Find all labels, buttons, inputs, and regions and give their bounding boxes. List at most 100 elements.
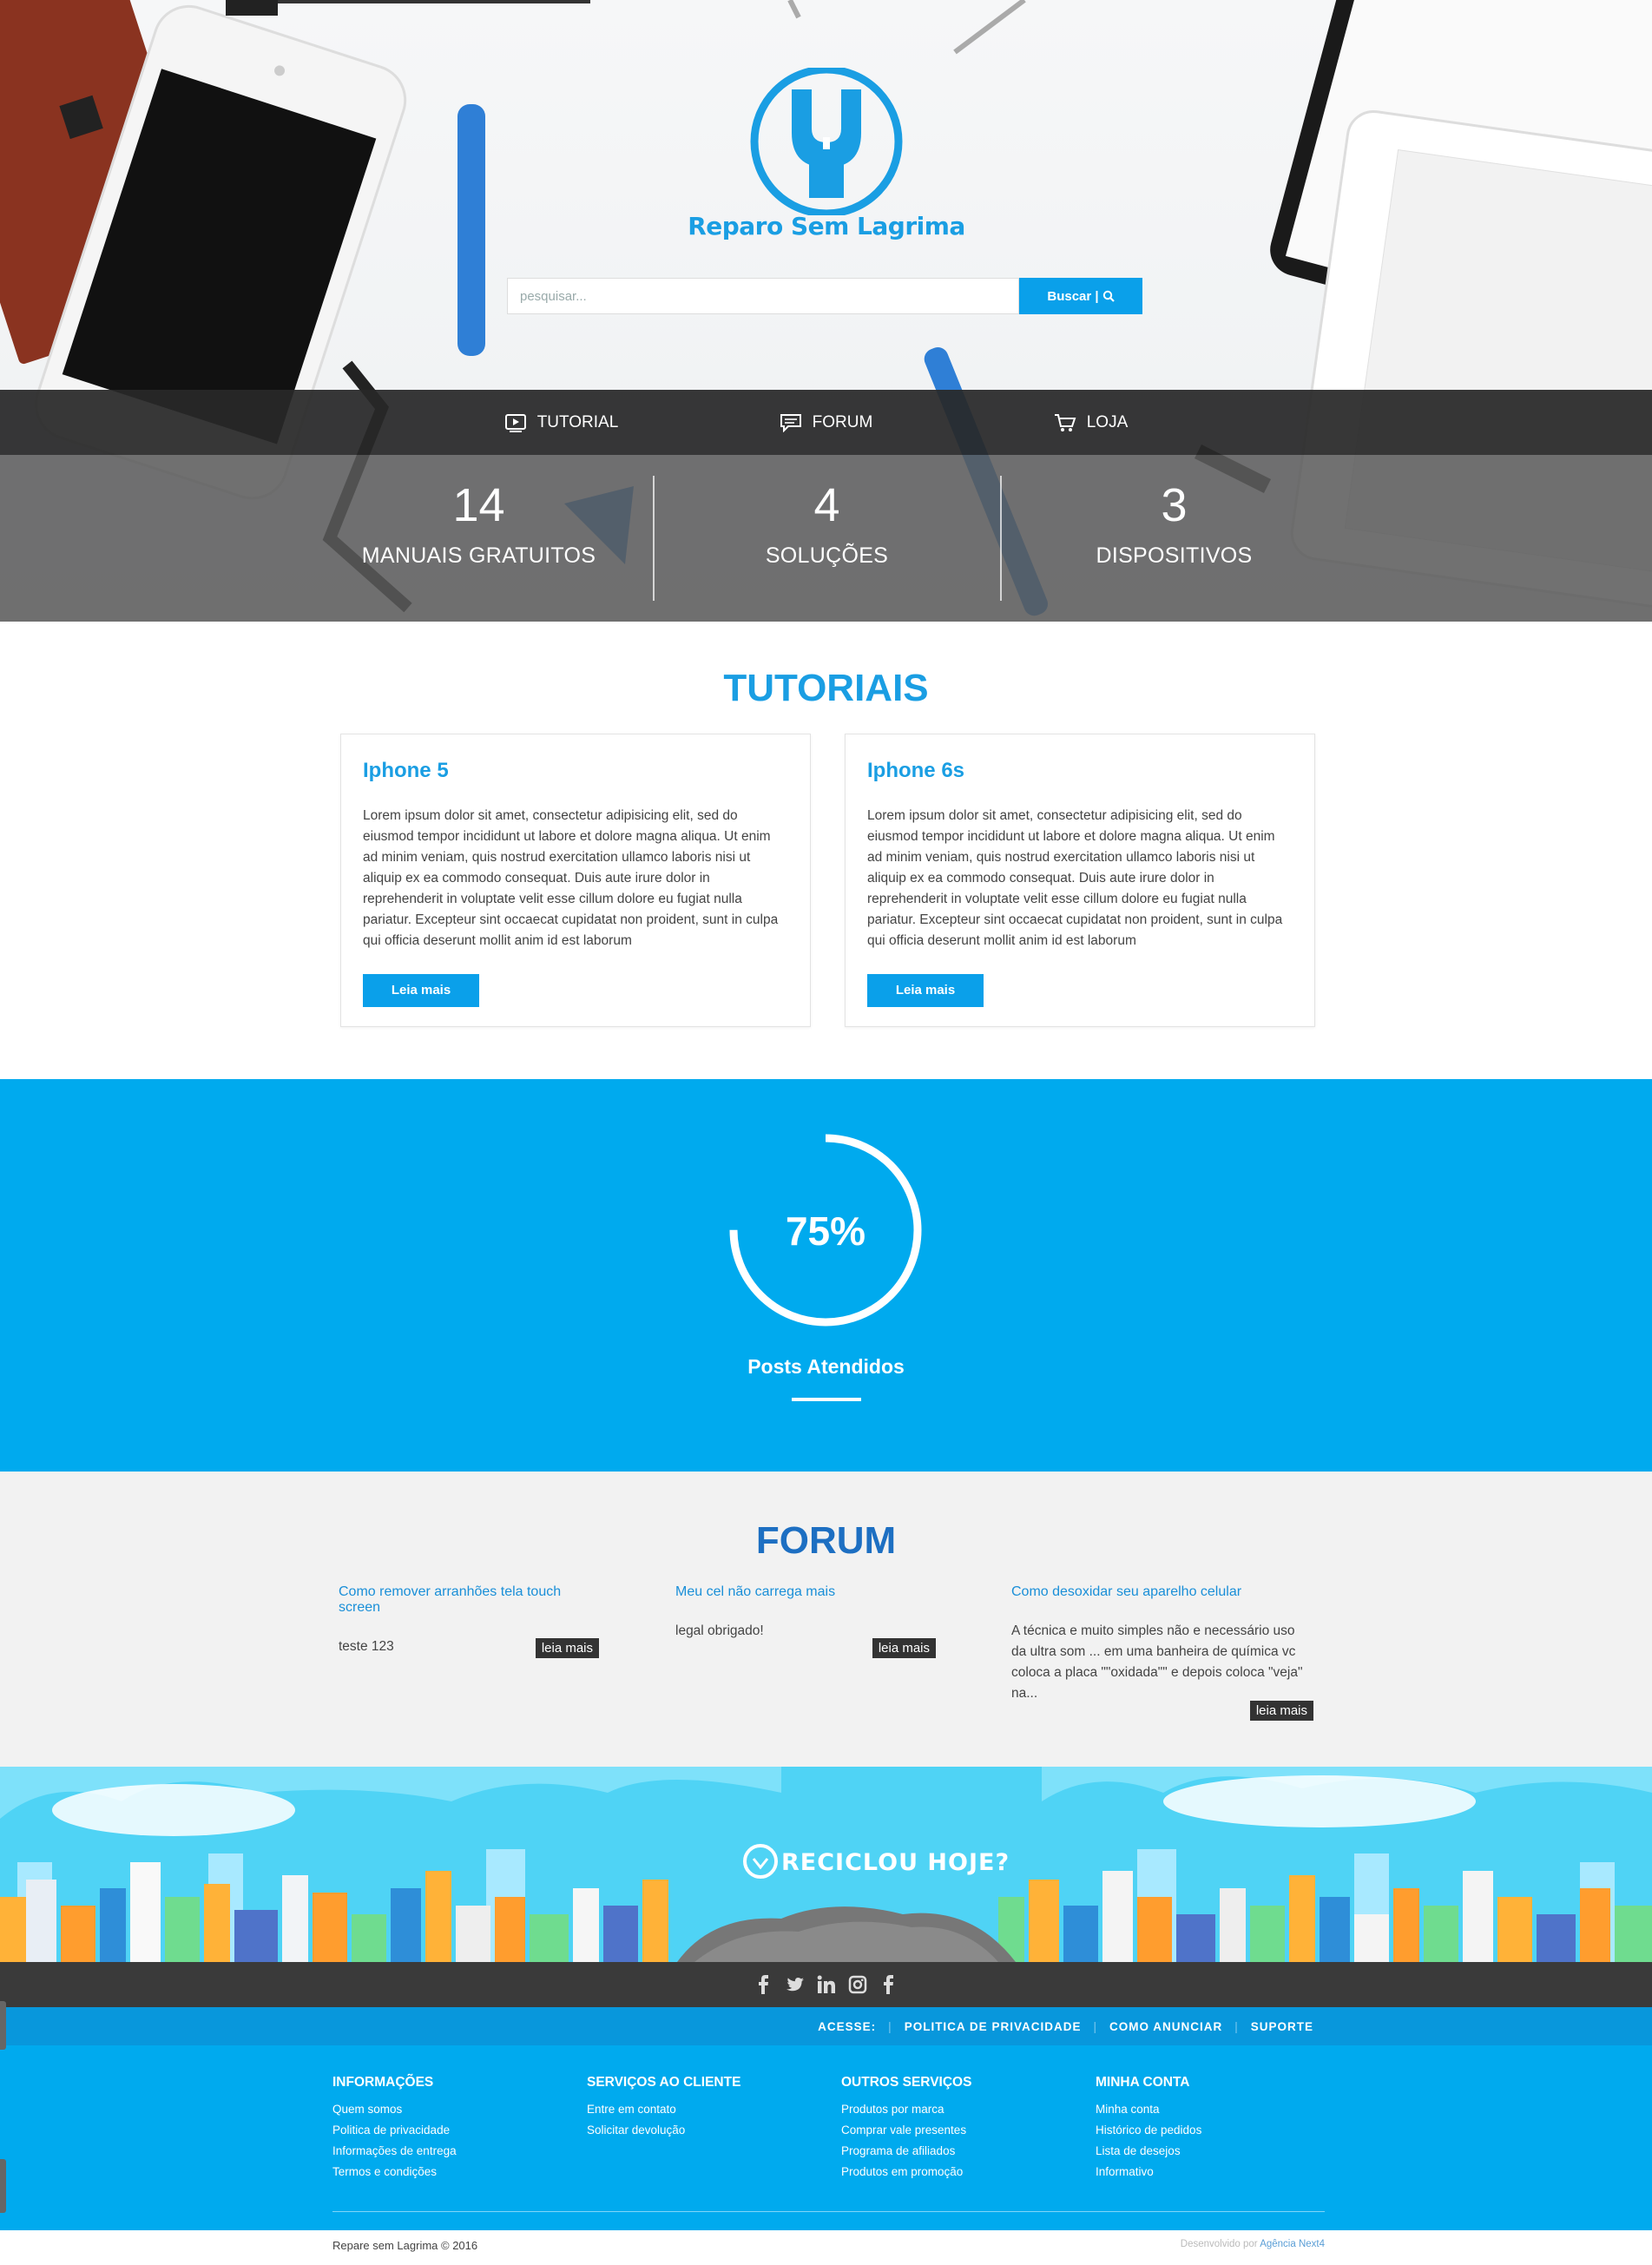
acesse-link[interactable]: COMO ANUNCIAR <box>1109 2020 1222 2033</box>
stat-label: MANUAIS GRATUITOS <box>361 543 596 568</box>
stat-value: 3 <box>1161 479 1188 531</box>
developer-credit: Desenvolvido por Agência Next4 <box>1181 2239 1325 2249</box>
acesse-link[interactable]: SUPORTE <box>1251 2020 1313 2033</box>
tutorial-card: Iphone 5 Lorem ipsum dolor sit amet, con… <box>340 734 811 1027</box>
hero: Reparo Sem Lagrima Buscar | TUTORIAL <box>0 0 1652 622</box>
footer-link[interactable]: Quem somos <box>332 2099 576 2120</box>
facebook-icon[interactable] <box>754 1975 773 1994</box>
forum-post-title[interactable]: Meu cel não carrega mais <box>675 1584 936 1600</box>
forum-post-body: A técnica e muito simples não e necessár… <box>1011 1623 1303 1701</box>
footer-link[interactable]: Produtos por marca <box>841 2099 1084 2120</box>
cart-icon <box>1054 413 1076 431</box>
footer-link[interactable]: Entre em contato <box>587 2099 830 2120</box>
twitter-icon[interactable] <box>786 1975 805 1994</box>
tutorial-card-body: Lorem ipsum dolor sit amet, consectetur … <box>363 808 779 948</box>
footer-column: SERVIÇOS AO CLIENTE Entre em contato Sol… <box>587 2075 830 2141</box>
footer: INFORMAÇÕES Quem somos Politica de priva… <box>0 2045 1652 2230</box>
developer-prefix: Desenvolvido por <box>1180 2239 1258 2249</box>
progress-section: 75% Posts Atendidos <box>0 1079 1652 1472</box>
footer-link[interactable]: Politica de privacidade <box>332 2120 576 2141</box>
forum-post: Como desoxidar seu aparelho celular A té… <box>1011 1584 1313 1721</box>
footer-link[interactable]: Programa de afiliados <box>841 2141 1084 2162</box>
instagram-icon[interactable] <box>848 1975 867 1994</box>
footer-column: INFORMAÇÕES Quem somos Politica de priva… <box>332 2075 576 2183</box>
footer-divider <box>332 2211 1325 2212</box>
separator: | <box>888 2019 892 2033</box>
side-tab[interactable] <box>0 2159 6 2213</box>
stat-dispositivos: 3 DISPOSITIVOS <box>999 476 1347 601</box>
progress-value: 75% <box>785 1208 866 1254</box>
nav-tutorial[interactable]: TUTORIAL <box>429 413 694 432</box>
nav-forum-label: FORUM <box>812 412 873 431</box>
tutorial-card: Iphone 6s Lorem ipsum dolor sit amet, co… <box>845 734 1315 1027</box>
footer-link[interactable]: Informações de entrega <box>332 2141 576 2162</box>
search-input[interactable] <box>507 278 1019 314</box>
tutorial-card-title: Iphone 6s <box>867 759 965 782</box>
stats-bar: 14 MANUAIS GRATUITOS 4 SOLUÇÕES 3 DISPOS… <box>0 455 1652 622</box>
footer-link[interactable]: Comprar vale presentes <box>841 2120 1084 2141</box>
copyright: Repare sem Lagrima © 2016 <box>332 2239 478 2252</box>
footer-column-title: SERVIÇOS AO CLIENTE <box>587 2075 741 2090</box>
footer-column-title: OUTROS SERVIÇOS <box>841 2075 972 2090</box>
tutorials-title: TUTORIAIS <box>723 667 929 709</box>
developer-name[interactable]: Agência Next4 <box>1260 2239 1325 2249</box>
search-button-label: Buscar | <box>1047 288 1099 304</box>
footer-link[interactable]: Informativo <box>1096 2162 1339 2183</box>
brand-name: Reparo Sem Lagrima <box>688 212 965 240</box>
acesse-link[interactable]: POLITICA DE PRIVACIDADE <box>905 2020 1082 2033</box>
footer-column: OUTROS SERVIÇOS Produtos por marca Compr… <box>841 2075 1084 2183</box>
recycle-banner: RECICLOU HOJE? <box>0 1767 1652 1962</box>
forum-post: Meu cel não carrega mais legal obrigado!… <box>675 1584 936 1658</box>
forum-title: FORUM <box>755 1519 897 1562</box>
recycle-text: RECICLOU HOJE? <box>781 1849 1010 1876</box>
video-icon <box>504 413 526 432</box>
stat-manuais: 14 MANUAIS GRATUITOS <box>306 476 653 601</box>
stat-value: 4 <box>813 479 840 531</box>
forum-post-title[interactable]: Como desoxidar seu aparelho celular <box>1011 1584 1313 1600</box>
forum-post: Como remover arranhões tela touch screen… <box>339 1584 599 1658</box>
bottom-bar: Repare sem Lagrima © 2016 Desenvolvido p… <box>0 2230 1652 2265</box>
facebook-icon[interactable] <box>879 1975 898 1994</box>
nav-tutorial-label: TUTORIAL <box>536 412 619 431</box>
footer-column-title: INFORMAÇÕES <box>332 2075 434 2090</box>
read-more-button[interactable]: Leia mais <box>363 974 479 1007</box>
nav-loja[interactable]: LOJA <box>958 413 1223 432</box>
read-more-button[interactable]: leia mais <box>1249 1701 1313 1721</box>
search-button[interactable]: Buscar | <box>1019 278 1142 314</box>
chat-icon <box>780 413 801 432</box>
nav-forum[interactable]: FORUM <box>694 413 958 432</box>
nav-loja-label: LOJA <box>1086 412 1129 431</box>
footer-link[interactable]: Termos e condições <box>332 2162 576 2183</box>
search-icon <box>1102 290 1115 302</box>
search-bar: Buscar | <box>507 278 1142 314</box>
social-bar <box>0 1962 1652 2007</box>
tutorial-card-body: Lorem ipsum dolor sit amet, consectetur … <box>867 808 1283 948</box>
separator: | <box>1234 2019 1239 2033</box>
footer-link[interactable]: Histórico de pedidos <box>1096 2120 1339 2141</box>
stat-label: DISPOSITIVOS <box>1096 543 1253 568</box>
stat-value: 14 <box>452 479 505 531</box>
tutorial-card-title: Iphone 5 <box>363 759 449 782</box>
forum-post-title[interactable]: Como remover arranhões tela touch screen <box>339 1584 599 1616</box>
footer-link[interactable]: Minha conta <box>1096 2099 1339 2120</box>
separator: | <box>1093 2019 1097 2033</box>
read-more-button[interactable]: leia mais <box>872 1638 936 1658</box>
footer-column: MINHA CONTA Minha conta Histórico de ped… <box>1096 2075 1339 2183</box>
logo-icon <box>750 68 903 215</box>
read-more-button[interactable]: Leia mais <box>867 974 984 1007</box>
linkedin-icon[interactable] <box>817 1975 836 1994</box>
read-more-button[interactable]: leia mais <box>535 1638 599 1658</box>
stat-solucoes: 4 SOLUÇÕES <box>652 476 1000 601</box>
footer-link[interactable]: Produtos em promoção <box>841 2162 1084 2183</box>
footer-link[interactable]: Solicitar devolução <box>587 2120 830 2141</box>
footer-link[interactable]: Lista de desejos <box>1096 2141 1339 2162</box>
footer-column-title: MINHA CONTA <box>1096 2075 1190 2090</box>
acesse-label: ACESSE: <box>818 2019 877 2033</box>
stat-label: SOLUÇÕES <box>765 543 889 568</box>
side-tab[interactable] <box>0 2001 6 2050</box>
progress-label: Posts Atendidos <box>747 1355 905 1378</box>
progress-underline <box>792 1398 861 1401</box>
acesse-bar: ACESSE: | POLITICA DE PRIVACIDADE | COMO… <box>0 2007 1652 2045</box>
forum-section: FORUM Como remover arranhões tela touch … <box>0 1472 1652 1767</box>
main-nav: TUTORIAL FORUM LOJA <box>0 390 1652 455</box>
